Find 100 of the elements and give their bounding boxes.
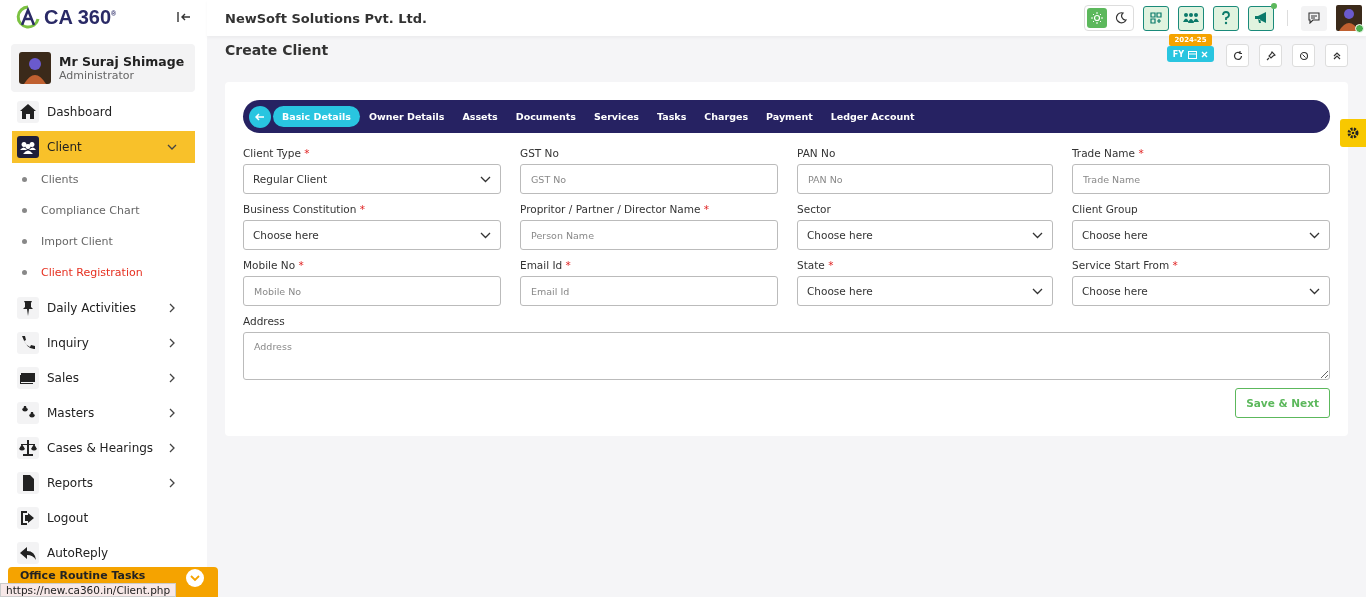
menu-item[interactable]: Inquiry <box>12 329 195 356</box>
settings-button[interactable] <box>1340 119 1366 147</box>
tab[interactable]: Payment <box>757 106 822 127</box>
back-button[interactable] <box>249 105 271 128</box>
field-label: Trade Name * <box>1072 147 1145 159</box>
help-button[interactable] <box>1213 5 1239 31</box>
settings-icon <box>1347 127 1359 139</box>
chevron-right-icon <box>167 302 177 313</box>
chevron-right-icon <box>167 442 177 453</box>
collapse-button[interactable] <box>1325 44 1348 67</box>
field-label: Email Id * <box>520 259 572 271</box>
select-field[interactable]: Choose here <box>1072 276 1330 306</box>
refresh-icon <box>1232 50 1243 61</box>
field-label: Service Start From * <box>1072 259 1179 271</box>
question-icon <box>1221 11 1231 25</box>
field-label: Mobile No * <box>243 259 305 271</box>
file-icon <box>17 471 39 494</box>
tab[interactable]: Documents <box>506 106 585 127</box>
tab[interactable]: Services <box>584 106 649 127</box>
menu-item[interactable]: Masters <box>12 399 195 426</box>
reset-button[interactable] <box>1292 44 1315 67</box>
pin-button[interactable] <box>1259 44 1282 67</box>
theme-toggle[interactable] <box>1084 5 1134 31</box>
url-tooltip: https://new.ca360.in/Client.php <box>0 583 177 597</box>
chevron-right-icon <box>167 477 177 488</box>
field-label: Propritor / Partner / Director Name * <box>520 203 711 215</box>
input-field[interactable]: Person Name <box>520 220 778 250</box>
tab[interactable]: Assets <box>453 106 507 127</box>
close-icon <box>1201 50 1209 58</box>
home-icon <box>17 100 39 123</box>
tab[interactable]: Ledger Account <box>821 106 924 127</box>
company-name: NewSoft Solutions Pvt. Ltd. <box>225 10 427 26</box>
menu-item[interactable]: AutoReply <box>12 539 195 566</box>
refresh-button[interactable] <box>1226 44 1249 67</box>
pin-icon <box>1265 50 1276 61</box>
field-label: State * <box>797 259 835 271</box>
chevron-down-icon <box>186 569 204 587</box>
chevron-right-icon <box>167 372 177 383</box>
select-field[interactable]: Choose here <box>797 276 1053 306</box>
tab[interactable]: Tasks <box>648 106 696 127</box>
menu-item[interactable]: Daily Activities <box>12 294 195 321</box>
menu-item[interactable]: Reports <box>12 469 195 496</box>
field-label: Client Group <box>1072 203 1139 215</box>
submenu-item[interactable]: Import Client <box>41 235 113 248</box>
chevron-right-icon <box>167 407 177 418</box>
submenu-item[interactable]: Compliance Chart <box>41 204 140 217</box>
select-field[interactable]: Regular Client <box>243 164 501 194</box>
field-label: Business Constitution * <box>243 203 367 215</box>
double-chevron-up-icon <box>1332 51 1341 60</box>
arrow-left-icon <box>255 111 265 122</box>
collapse-sidebar-icon[interactable] <box>177 11 191 23</box>
menu-item[interactable]: Sales <box>12 364 195 391</box>
bullet-icon <box>22 239 27 244</box>
menu-item[interactable]: Logout <box>12 504 195 531</box>
menu-item[interactable]: Cases & Hearings <box>12 434 195 461</box>
grid-icon <box>1150 12 1162 24</box>
field-label: Sector <box>797 203 832 215</box>
user-name: Mr Suraj Shimage <box>59 54 185 69</box>
chevron-down-icon <box>480 175 491 183</box>
input-field[interactable]: GST No <box>520 164 778 194</box>
logo-icon <box>14 5 42 29</box>
moon-icon <box>1115 12 1127 24</box>
submenu-item[interactable]: Clients <box>41 173 79 186</box>
submenu-item[interactable]: Client Registration <box>41 266 143 279</box>
tab[interactable]: Charges <box>695 106 758 127</box>
megaphone-icon <box>1254 12 1268 24</box>
avatar-icon[interactable] <box>1336 5 1362 31</box>
field-label: Address <box>243 315 286 327</box>
announcement-button[interactable] <box>1248 5 1274 31</box>
field-label: PAN No <box>797 147 837 159</box>
user-role: Administrator <box>59 69 135 82</box>
logout-icon <box>17 506 39 529</box>
chevron-down-icon <box>1032 287 1043 295</box>
menu-item[interactable]: Dashboard <box>12 98 195 125</box>
input-field[interactable]: PAN No <box>797 164 1053 194</box>
field-label: GST No <box>520 147 560 159</box>
chevron-down-icon <box>480 231 491 239</box>
pin-icon <box>17 296 39 319</box>
chevron-down-icon <box>1309 231 1320 239</box>
chat-button[interactable] <box>1301 5 1327 31</box>
address-field[interactable]: Address <box>243 332 1330 380</box>
input-field[interactable]: Email Id <box>520 276 778 306</box>
avatar-icon <box>19 52 51 84</box>
users-icon <box>17 135 39 158</box>
field-label: Client Type * <box>243 147 311 159</box>
select-field[interactable]: Choose here <box>1072 220 1330 250</box>
input-field[interactable]: Mobile No <box>243 276 501 306</box>
select-field[interactable]: Choose here <box>797 220 1053 250</box>
money-icon <box>17 366 39 389</box>
users-icon <box>1183 12 1199 24</box>
input-field[interactable]: Trade Name <box>1072 164 1330 194</box>
chat-icon <box>1308 12 1320 24</box>
apps-button[interactable] <box>1143 5 1169 31</box>
select-field[interactable]: Choose here <box>243 220 501 250</box>
scale-icon <box>17 436 39 459</box>
menu-item[interactable]: Client <box>12 130 195 163</box>
reply-icon <box>17 541 39 564</box>
tab[interactable]: Owner Details <box>359 106 454 127</box>
brand-name: CA 360$^{®}$ <box>44 5 117 29</box>
team-button[interactable] <box>1178 5 1204 31</box>
